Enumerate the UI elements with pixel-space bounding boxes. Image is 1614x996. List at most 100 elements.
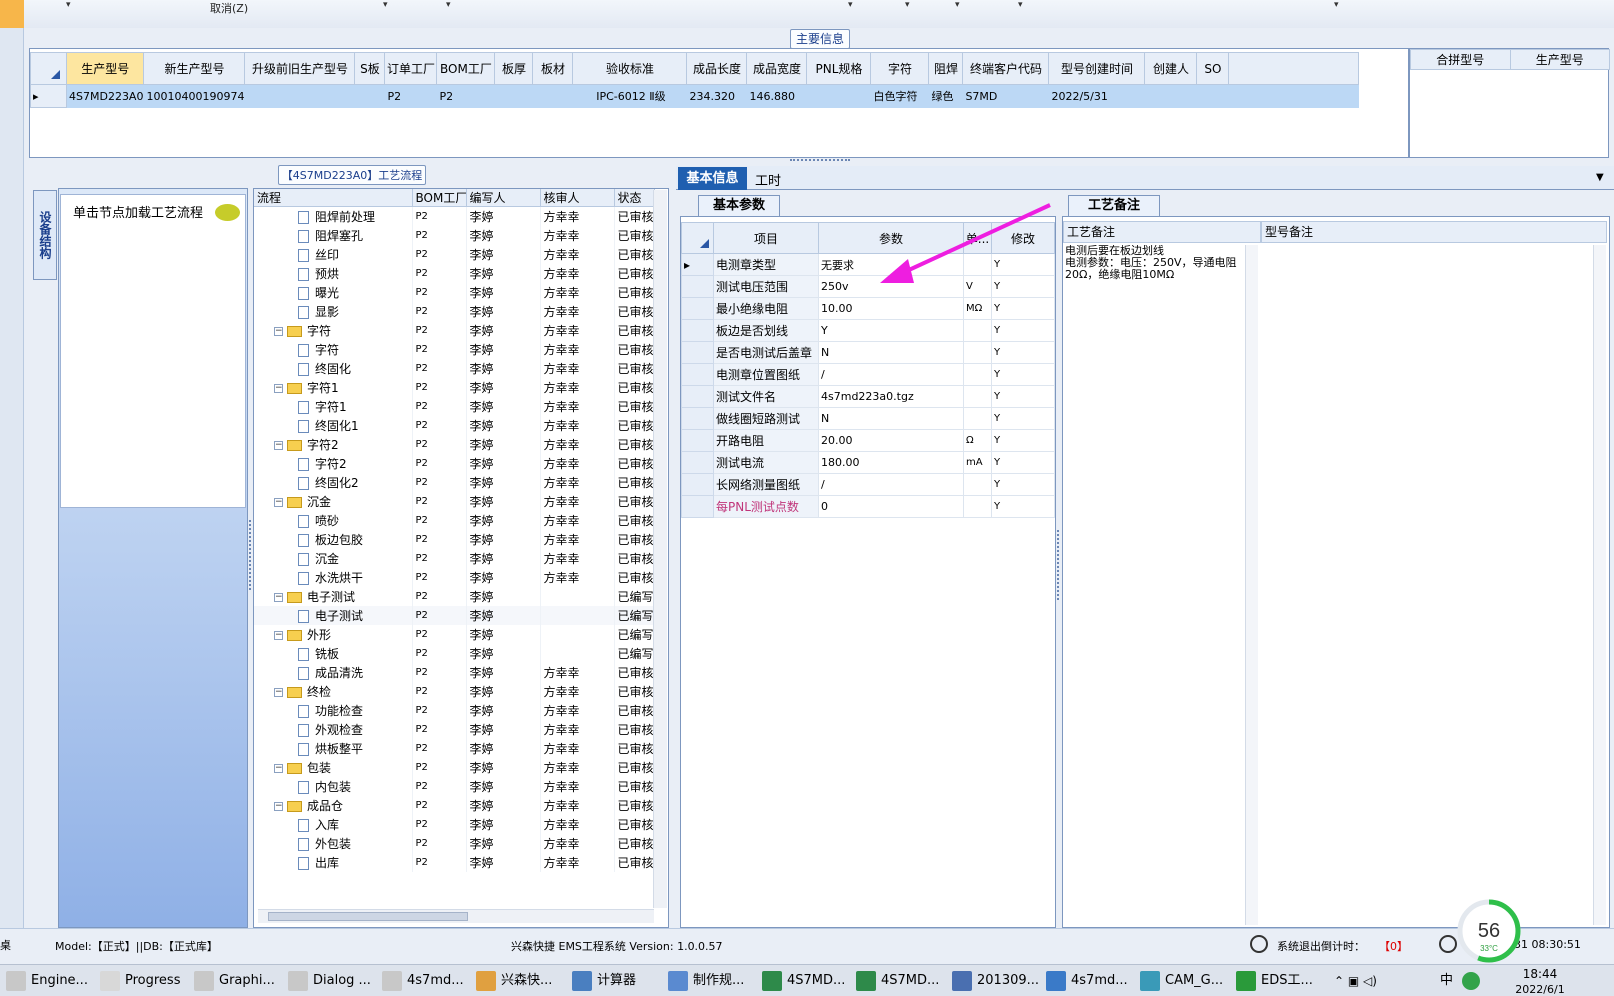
col-header[interactable]: 创建人: [1144, 52, 1198, 85]
col-process-notes[interactable]: 工艺备注: [1063, 221, 1261, 243]
scroll-thumb[interactable]: [268, 912, 468, 921]
splitter-handle-right[interactable]: [1057, 530, 1061, 600]
tree-row[interactable]: 曝光 P2 李婷 方幸幸 已审核: [254, 282, 655, 302]
process-notes-text[interactable]: 电测后要在板边划线 电测参数：电压：250V，导通电阻20Ω，绝缘电阻10MΩ: [1065, 245, 1245, 919]
col-header[interactable]: PNL规格: [806, 52, 872, 85]
taskbar-item[interactable]: Dialog ...: [288, 969, 378, 993]
param-value[interactable]: 0: [818, 495, 964, 518]
col-header[interactable]: 订单工厂: [384, 52, 438, 85]
param-row[interactable]: 测试文件名 4s7md223a0.tgz Y: [681, 385, 1055, 408]
tree-node[interactable]: 铣板: [254, 643, 413, 663]
tab-basic-params[interactable]: 基本参数: [698, 195, 780, 216]
tree-row[interactable]: 电子测试 P2 李婷 已编写: [254, 605, 655, 625]
ime-indicator[interactable]: 中: [1440, 969, 1453, 993]
param-value[interactable]: Y: [818, 319, 964, 342]
tree-row[interactable]: 沉金 P2 李婷 方幸幸 已审核: [254, 548, 655, 568]
collapse-icon[interactable]: −: [274, 630, 283, 640]
taskbar-time[interactable]: 18:44: [1510, 967, 1570, 981]
tree-row[interactable]: 功能检查 P2 李婷 方幸幸 已审核: [254, 700, 655, 720]
taskbar-item[interactable]: 4S7MD...: [856, 969, 946, 993]
param-value[interactable]: N: [818, 341, 964, 364]
tree-row[interactable]: 外包装 P2 李婷 方幸幸 已审核: [254, 833, 655, 853]
cell[interactable]: P2: [384, 84, 438, 108]
collapse-icon[interactable]: −: [274, 326, 283, 336]
tree-node[interactable]: 功能检查: [254, 700, 413, 720]
tree-node[interactable]: − 成品仓: [254, 795, 413, 815]
tab-work-hours[interactable]: 工时: [755, 170, 781, 189]
tree-row[interactable]: 终固化2 P2 李婷 方幸幸 已审核: [254, 472, 655, 492]
tree-node[interactable]: 喷砂: [254, 510, 413, 530]
col-header[interactable]: BOM工厂: [436, 52, 496, 85]
tree-col-header[interactable]: BOM工厂: [412, 189, 467, 207]
tree-horizontal-scrollbar[interactable]: [258, 909, 654, 923]
col-header[interactable]: 板厚: [494, 52, 534, 85]
taskbar-item[interactable]: Graphi...: [194, 969, 284, 993]
param-value[interactable]: /: [818, 363, 964, 386]
tree-row[interactable]: 喷砂 P2 李婷 方幸幸 已审核: [254, 510, 655, 530]
tree-row[interactable]: 烘板整平 P2 李婷 方幸幸 已审核: [254, 738, 655, 758]
tree-node[interactable]: 曝光: [254, 282, 413, 302]
col-header[interactable]: 生产型号: [65, 52, 145, 85]
col-header[interactable]: 终端客户代码: [962, 52, 1050, 85]
param-value[interactable]: 180.00: [818, 451, 964, 474]
tab-process-notes[interactable]: 工艺备注: [1068, 195, 1160, 216]
tree-node[interactable]: − 沉金: [254, 491, 413, 511]
tree-row[interactable]: 预烘 P2 李婷 方幸幸 已审核: [254, 263, 655, 283]
taskbar-item[interactable]: EDS工...: [1236, 969, 1326, 993]
param-value[interactable]: 4s7md223a0.tgz: [818, 385, 964, 408]
cell[interactable]: [532, 84, 574, 108]
row-indicator[interactable]: [681, 319, 714, 342]
taskbar-item[interactable]: 4s7md...: [1046, 969, 1136, 993]
tab-basic-info[interactable]: 基本信息: [678, 167, 747, 190]
tree-row[interactable]: − 字符2 P2 李婷 方幸幸 已审核: [254, 434, 655, 454]
tree-row[interactable]: − 电子测试 P2 李婷 已编写: [254, 586, 655, 606]
tree-row[interactable]: 出库 P2 李婷 方幸幸 已审核: [254, 852, 655, 872]
tree-node[interactable]: 沉金: [254, 548, 413, 568]
tree-row[interactable]: 铣板 P2 李婷 已编写: [254, 643, 655, 663]
collapse-icon[interactable]: −: [274, 687, 283, 697]
param-row[interactable]: 做线圈短路测试 N Y: [681, 407, 1055, 430]
taskbar-item[interactable]: Engine...: [6, 969, 96, 993]
collapse-icon[interactable]: −: [274, 383, 283, 393]
tree-vertical-scrollbar[interactable]: [653, 190, 667, 908]
tree-row[interactable]: 字符1 P2 李婷 方幸幸 已审核: [254, 396, 655, 416]
load-hint-text[interactable]: 单击节点加载工艺流程: [73, 202, 203, 221]
taskbar-item[interactable]: 制作规...: [668, 969, 758, 993]
taskbar-date[interactable]: 2022/6/1: [1500, 983, 1580, 996]
row-indicator[interactable]: [681, 495, 714, 518]
cell[interactable]: 2022/5/31: [1048, 84, 1146, 108]
tree-node[interactable]: − 终检: [254, 681, 413, 701]
cell[interactable]: 146.880: [746, 84, 808, 108]
cell[interactable]: 10010400190974: [143, 84, 246, 108]
row-indicator[interactable]: [681, 429, 714, 452]
param-row[interactable]: 最小绝缘电阻 10.00 MΩ Y: [681, 297, 1055, 320]
param-row[interactable]: 测试电流 180.00 mA Y: [681, 451, 1055, 474]
row-indicator[interactable]: [681, 451, 714, 474]
tree-row[interactable]: 水洗烘干 P2 李婷 方幸幸 已审核: [254, 567, 655, 587]
col-header[interactable]: 成品宽度: [746, 52, 808, 85]
tree-node[interactable]: − 字符: [254, 320, 413, 340]
cell[interactable]: 白色字符: [870, 84, 930, 108]
tree-node[interactable]: 阻焊塞孔: [254, 225, 413, 245]
tree-node[interactable]: 字符: [254, 339, 413, 359]
col-header[interactable]: 板材: [532, 52, 574, 85]
collapse-icon[interactable]: −: [274, 592, 283, 602]
tree-row[interactable]: − 包装 P2 李婷 方幸幸 已审核: [254, 757, 655, 777]
cell[interactable]: [806, 84, 872, 108]
cell[interactable]: 234.320: [686, 84, 748, 108]
dropdown-arrow[interactable]: ▾: [848, 0, 853, 10]
row-indicator[interactable]: [681, 407, 714, 430]
tree-node[interactable]: 出库: [254, 852, 413, 872]
param-value[interactable]: /: [818, 473, 964, 496]
cell[interactable]: [1144, 84, 1198, 108]
taskbar-item[interactable]: CAM_G...: [1140, 969, 1230, 993]
tree-row[interactable]: − 沉金 P2 李婷 方幸幸 已审核: [254, 491, 655, 511]
col-header[interactable]: 新生产型号: [143, 52, 246, 85]
cell[interactable]: S7MD: [962, 84, 1050, 108]
tray-app-icon[interactable]: [1462, 972, 1480, 990]
tree-row[interactable]: 终固化 P2 李婷 方幸幸 已审核: [254, 358, 655, 378]
splitter-handle[interactable]: [790, 159, 850, 165]
tree-node[interactable]: 成品清洗: [254, 662, 413, 682]
tree-row[interactable]: 外观检查 P2 李婷 方幸幸 已审核: [254, 719, 655, 739]
param-row[interactable]: 电测章位置图纸 / Y: [681, 363, 1055, 386]
